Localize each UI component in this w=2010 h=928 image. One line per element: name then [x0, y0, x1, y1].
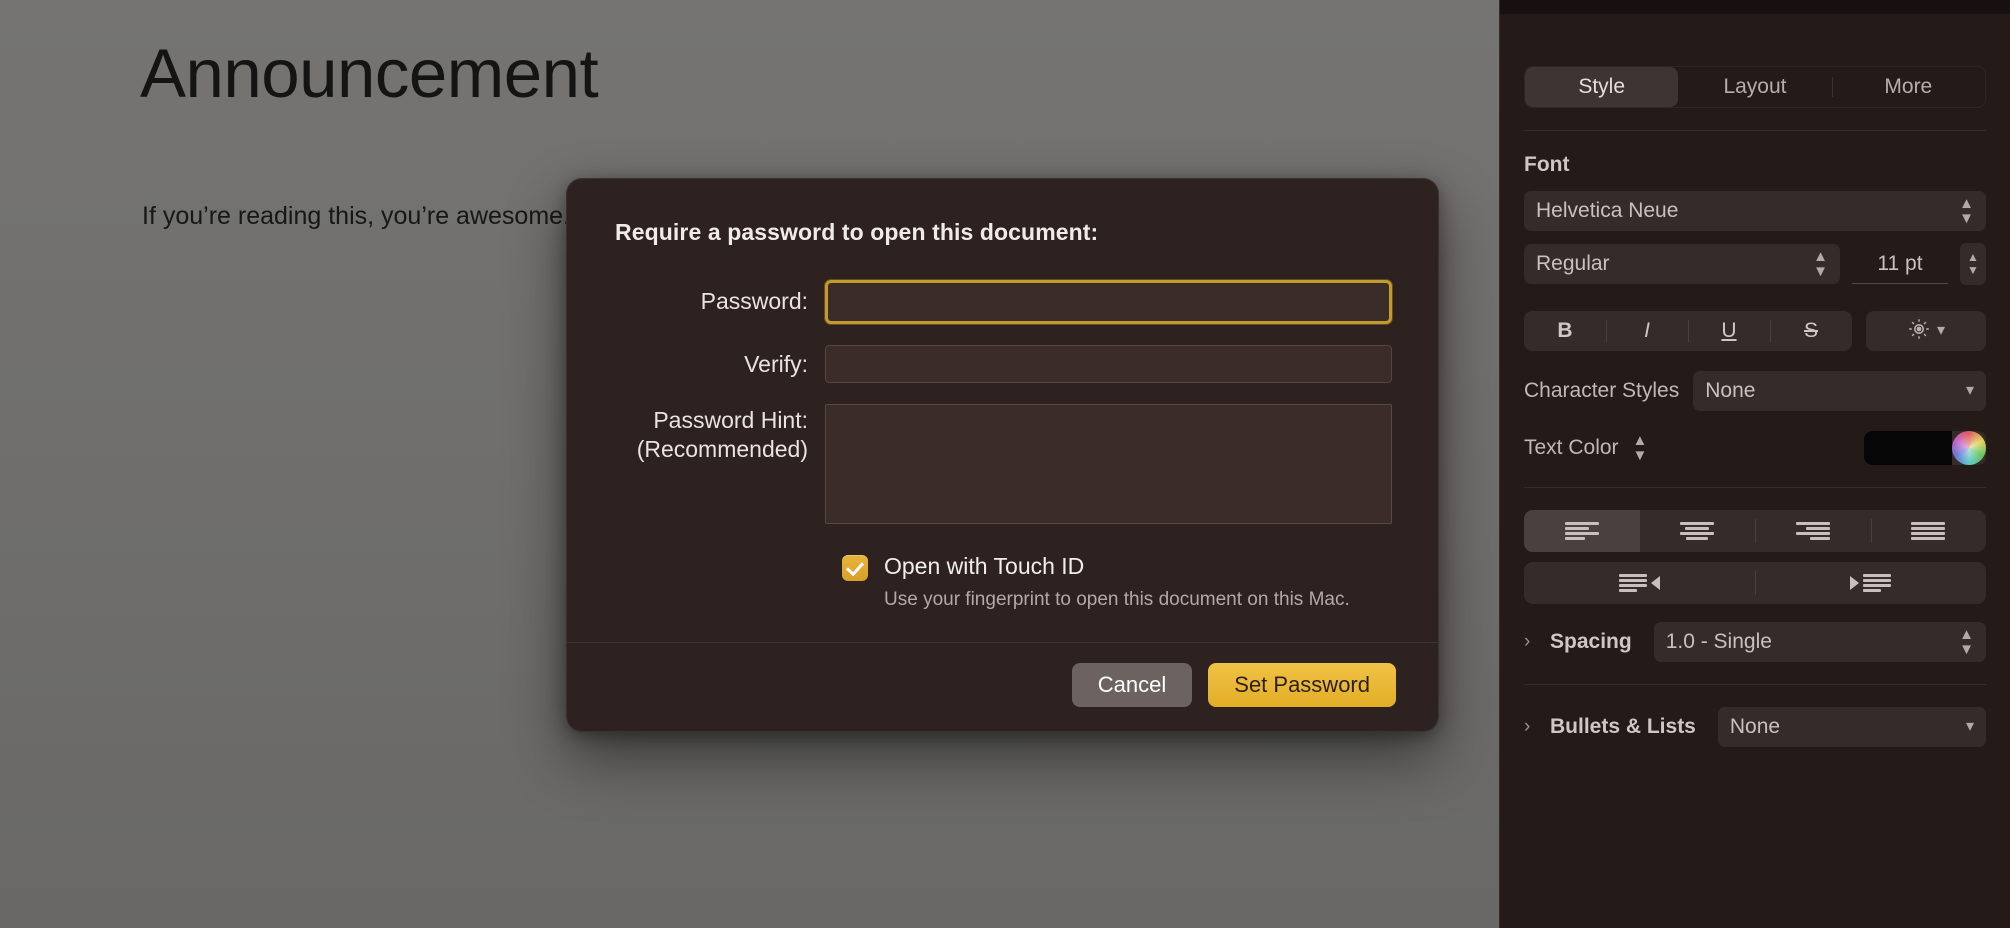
align-justify-button[interactable] [1870, 510, 1987, 552]
bullets-lists-row: › Bullets & Lists None ▾ [1524, 707, 1986, 747]
touch-id-description: Use your fingerprint to open this docume… [884, 588, 1350, 610]
italic-button[interactable]: I [1606, 311, 1688, 351]
format-inspector-sidebar: Style Layout More Font Helvetica Neue ▲ ▼… [1499, 0, 2010, 928]
password-row: Password: [613, 280, 1392, 324]
set-password-button[interactable]: Set Password [1208, 662, 1396, 707]
chevron-updown-icon[interactable]: ▲ ▼ [1633, 433, 1648, 463]
align-left-icon [1564, 520, 1599, 542]
text-color-swatch[interactable] [1864, 431, 1952, 465]
spacing-value: 1.0 - Single [1665, 630, 1772, 653]
chevron-down-icon: ▾ [1936, 322, 1946, 339]
verify-row: Verify: [613, 345, 1392, 383]
password-hint-row: Password Hint: (Recommended) [613, 404, 1392, 524]
dialog-heading: Require a password to open this document… [615, 219, 1099, 245]
increase-indent-icon [1850, 572, 1891, 594]
password-hint-label: Password Hint: (Recommended) [613, 404, 825, 465]
spacing-disclosure-icon[interactable]: › [1524, 631, 1540, 653]
password-input[interactable] [825, 280, 1392, 324]
divider-below-tabs [1524, 130, 1986, 131]
font-weight-select[interactable]: Regular ▲ ▼ [1524, 244, 1840, 284]
chevron-updown-icon: ▲ ▼ [1959, 626, 1974, 658]
font-section-title: Font [1524, 153, 1570, 176]
password-dialog: Require a password to open this document… [566, 178, 1439, 732]
align-right-button[interactable] [1755, 510, 1871, 552]
password-hint-label-line1: Password Hint: [653, 407, 808, 433]
gear-icon [1907, 317, 1931, 346]
touch-id-row: Open with Touch ID Use your fingerprint … [842, 552, 1392, 612]
sidebar-top-strip [1500, 0, 2010, 14]
divider-below-spacing [1524, 684, 1986, 685]
font-options-gear-button[interactable]: ▾ [1866, 311, 1986, 351]
touch-id-text: Open with Touch ID Use your fingerprint … [884, 552, 1350, 612]
character-styles-label: Character Styles [1524, 379, 1680, 402]
spacing-label: Spacing [1550, 630, 1632, 653]
chevron-down-icon: ▾ [1965, 718, 1974, 735]
password-dialog-body: Require a password to open this document… [567, 179, 1438, 642]
font-weight-size-row: Regular ▲ ▼ 11 pt ▲ ▼ [1524, 243, 1986, 285]
increase-indent-button[interactable] [1755, 562, 1986, 604]
dialog-footer: Cancel Set Password [567, 641, 1438, 731]
document-body-text: If you’re reading this, you’re awesome. [142, 202, 570, 230]
align-center-icon [1680, 520, 1715, 542]
bullets-lists-value: None [1729, 715, 1781, 738]
font-size-stepper[interactable]: ▲ ▼ [1960, 243, 1986, 285]
text-style-button-group: B I U S [1524, 311, 1852, 351]
tab-more[interactable]: More [1831, 67, 1985, 107]
spacing-row: › Spacing 1.0 - Single ▲ ▼ [1524, 622, 1986, 662]
cancel-button[interactable]: Cancel [1071, 662, 1193, 707]
spacing-select[interactable]: 1.0 - Single ▲ ▼ [1653, 622, 1986, 662]
verify-label: Verify: [744, 351, 808, 377]
align-center-button[interactable] [1640, 510, 1756, 552]
divider-below-text-color [1524, 487, 1986, 488]
decrease-indent-button[interactable] [1524, 562, 1755, 604]
decrease-indent-icon [1619, 572, 1660, 594]
font-style-buttons-row: B I U S ▾ [1524, 297, 1986, 351]
character-styles-value: None [1705, 379, 1756, 402]
font-family-select[interactable]: Helvetica Neue ▲ ▼ [1524, 191, 1986, 231]
align-left-button[interactable] [1524, 510, 1640, 552]
tab-layout[interactable]: Layout [1678, 67, 1831, 107]
text-color-well[interactable] [1864, 431, 1986, 465]
stepper-down-icon: ▼ [1967, 263, 1979, 277]
font-family-value: Helvetica Neue [1536, 199, 1679, 222]
align-right-icon [1795, 520, 1830, 542]
font-size-field[interactable]: 11 pt [1852, 244, 1948, 284]
bullets-disclosure-icon[interactable]: › [1524, 716, 1540, 738]
underline-button[interactable]: U [1688, 311, 1770, 351]
bold-button[interactable]: B [1524, 311, 1606, 351]
indent-group [1524, 562, 1986, 604]
text-color-label: Text Color [1524, 436, 1619, 459]
chevron-updown-icon: ▲ ▼ [1959, 195, 1974, 227]
align-justify-icon [1911, 520, 1946, 542]
text-alignment-group [1524, 510, 1986, 552]
password-hint-input[interactable] [825, 404, 1392, 524]
font-weight-value: Regular [1536, 252, 1610, 275]
chevron-updown-icon: ▲ ▼ [1813, 248, 1828, 280]
color-wheel-icon[interactable] [1952, 431, 1986, 465]
password-hint-label-line2: (Recommended) [636, 436, 808, 463]
app-root: Announcement If you’re reading this, you… [0, 0, 2010, 928]
touch-id-checkbox[interactable] [842, 555, 868, 581]
character-styles-select[interactable]: None ▾ [1693, 371, 1986, 411]
inspector-tabs: Style Layout More [1524, 66, 1986, 108]
document-title: Announcement [140, 35, 599, 112]
tab-style[interactable]: Style [1525, 67, 1679, 107]
chevron-down-icon: ▾ [1965, 382, 1974, 399]
touch-id-label[interactable]: Open with Touch ID [884, 552, 1350, 581]
text-color-row: Text Color ▲ ▼ [1524, 431, 1986, 465]
bullets-lists-label: Bullets & Lists [1550, 715, 1696, 738]
verify-input[interactable] [825, 345, 1392, 383]
character-styles-row: Character Styles None ▾ [1524, 371, 1986, 411]
bullets-lists-select[interactable]: None ▾ [1717, 707, 1986, 747]
strikethrough-button[interactable]: S [1770, 311, 1852, 351]
password-label: Password: [700, 288, 808, 314]
